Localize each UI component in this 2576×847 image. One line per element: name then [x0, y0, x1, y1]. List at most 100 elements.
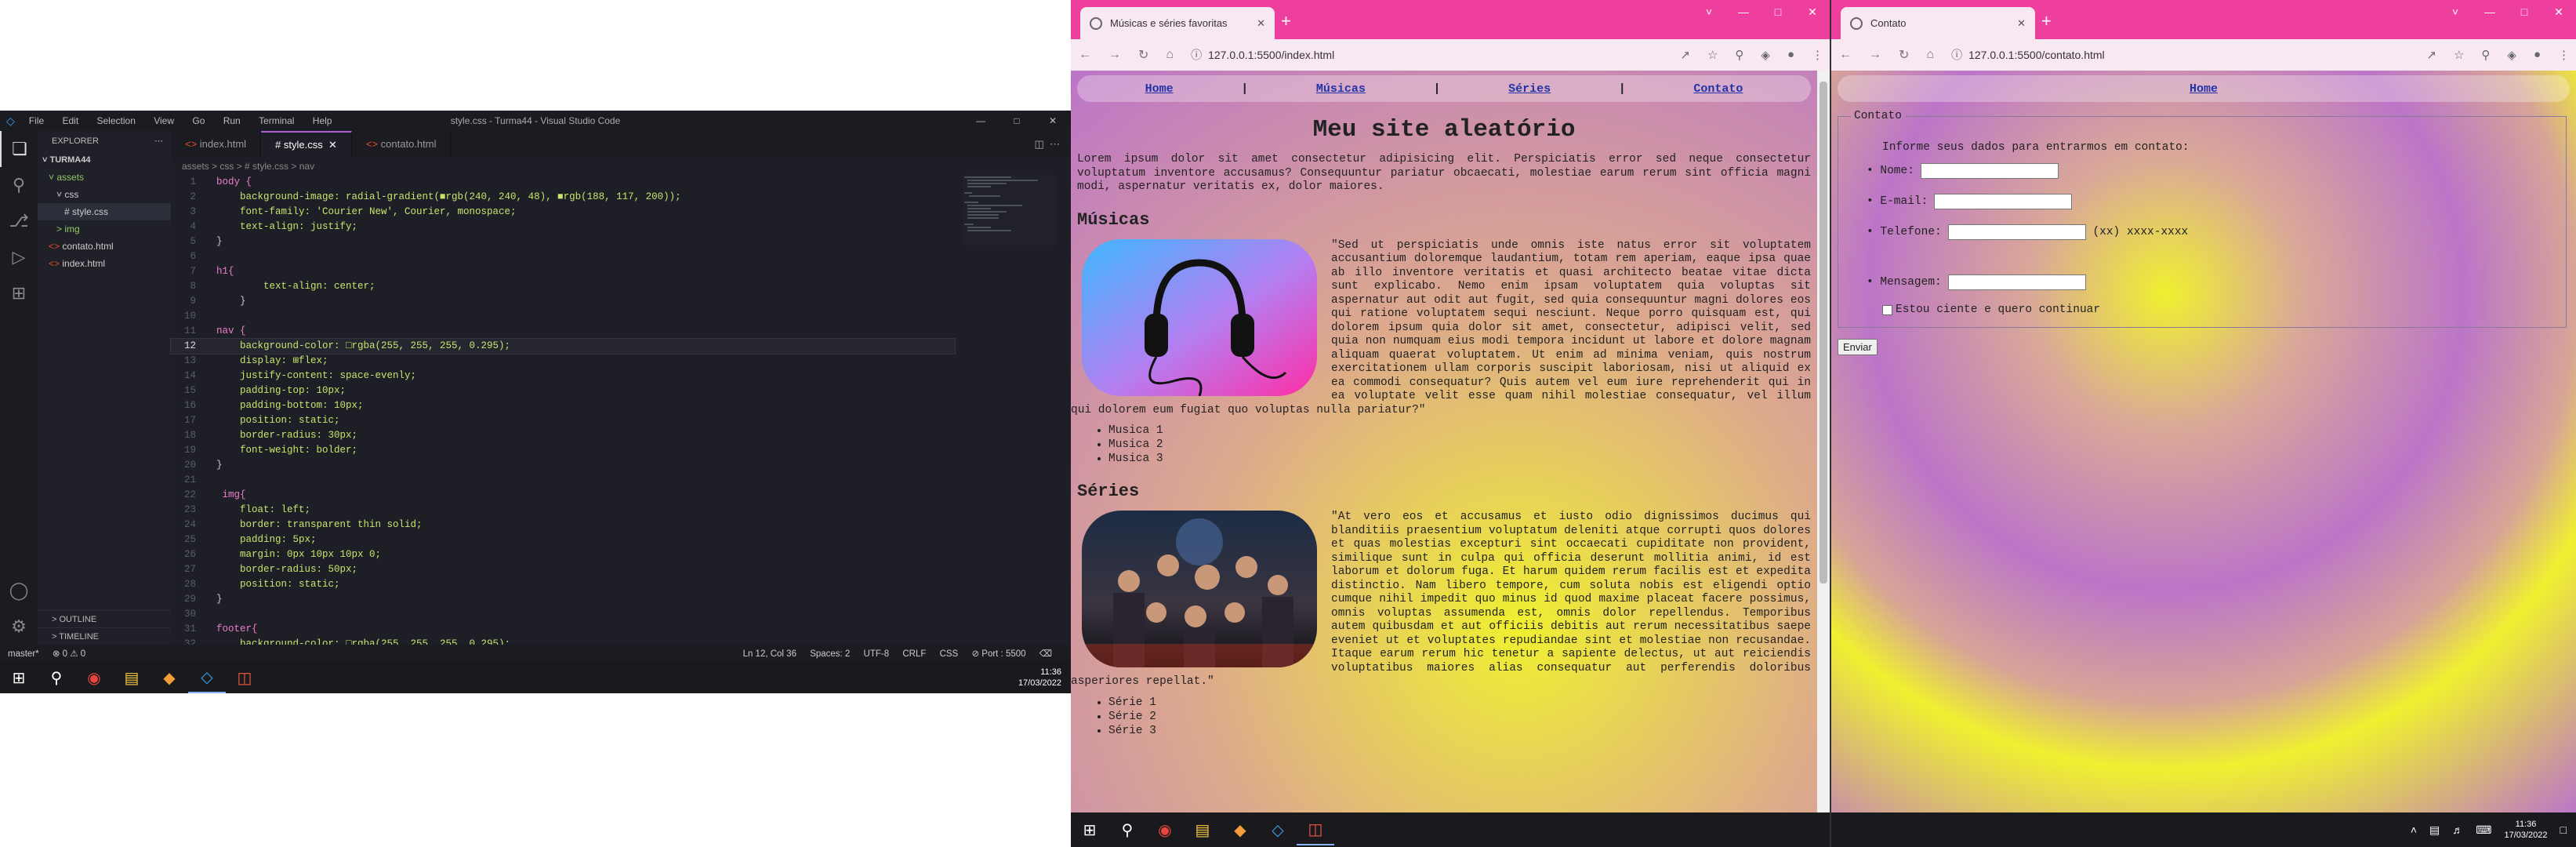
- forward-icon[interactable]: →: [1869, 48, 1881, 62]
- home-icon[interactable]: ⌂: [1926, 48, 1934, 62]
- code-line[interactable]: 9 }: [171, 294, 955, 309]
- puzzle-icon[interactable]: ◈: [1761, 48, 1770, 62]
- encoding[interactable]: UTF-8: [864, 649, 890, 659]
- code-line[interactable]: 18 border-radius: 30px;: [171, 428, 955, 443]
- tab-contato-html[interactable]: <> contato.html: [352, 131, 452, 158]
- code-line[interactable]: 23 float: left;: [171, 503, 955, 518]
- page-scrollbar[interactable]: [1817, 71, 1830, 812]
- language-mode[interactable]: CSS: [940, 649, 959, 659]
- code-line[interactable]: 8 text-align: center;: [171, 279, 955, 294]
- file-explorer-icon[interactable]: ▤: [113, 662, 151, 693]
- nav-link-series[interactable]: Séries: [1508, 82, 1551, 96]
- reload-icon[interactable]: ↻: [1138, 47, 1148, 63]
- settings-gear-icon[interactable]: ⚙: [0, 609, 38, 645]
- tab-index-html[interactable]: <> index.html: [171, 131, 262, 158]
- new-tab-icon[interactable]: +: [2041, 11, 2052, 31]
- code-line[interactable]: 14 justify-content: space-evenly;: [171, 369, 955, 384]
- name-field[interactable]: [1920, 163, 2059, 179]
- cursor-position[interactable]: Ln 12, Col 36: [743, 649, 796, 659]
- tree-file-index[interactable]: <> index.html: [38, 255, 171, 272]
- code-line[interactable]: 16 padding-bottom: 10px;: [171, 398, 955, 413]
- more-actions-icon[interactable]: ⋯: [154, 131, 163, 151]
- puzzle-icon[interactable]: ◈: [2507, 48, 2516, 62]
- git-icon[interactable]: ◫: [226, 662, 263, 693]
- code-line[interactable]: 13 display: ⊞flex;: [171, 354, 955, 369]
- network-icon[interactable]: ▤: [2429, 823, 2440, 837]
- app-icon[interactable]: ◆: [151, 662, 188, 693]
- bookmark-star-icon[interactable]: ☆: [1707, 48, 1718, 62]
- menu-view[interactable]: View: [154, 115, 174, 126]
- kebab-menu-icon[interactable]: ⋮: [2558, 48, 2570, 62]
- minimize-icon[interactable]: —: [1726, 0, 1761, 24]
- kebab-menu-icon[interactable]: ⋮: [1812, 48, 1823, 62]
- tree-file-style-css[interactable]: # style.css: [38, 203, 171, 220]
- back-icon[interactable]: ←: [1079, 48, 1091, 62]
- maximize-icon[interactable]: □: [2507, 0, 2542, 24]
- system-clock[interactable]: 11:36 17/03/2022: [2504, 819, 2547, 841]
- windows-start-icon[interactable]: ⊞: [1071, 814, 1108, 845]
- code-line[interactable]: 26 margin: 0px 10px 10px 0;: [171, 547, 955, 562]
- code-editor[interactable]: 1 body {2 background-image: radial-gradie…: [170, 175, 956, 667]
- code-line[interactable]: 19 font-weight: bolder;: [171, 443, 955, 458]
- tab-close-icon[interactable]: ✕: [2017, 17, 2026, 30]
- extension-icon[interactable]: ⚲: [1735, 48, 1743, 62]
- windows-start-icon[interactable]: ⊞: [0, 662, 38, 693]
- nav-link-home[interactable]: Home: [2190, 82, 2218, 96]
- indentation[interactable]: Spaces: 2: [810, 649, 850, 659]
- tab-style-css[interactable]: # style.css ✕: [261, 131, 352, 158]
- source-control-icon[interactable]: ⎇: [0, 203, 38, 239]
- menu-terminal[interactable]: Terminal: [259, 115, 294, 126]
- workspace-root[interactable]: ˅ TURMA44: [38, 151, 171, 169]
- scrollbar-thumb[interactable]: [1820, 82, 1827, 583]
- tree-file-contato[interactable]: <> contato.html: [38, 238, 171, 255]
- tree-folder-css[interactable]: ˅ css: [38, 186, 171, 203]
- code-line[interactable]: 12 background-color: □rgba(255, 255, 255…: [170, 338, 956, 354]
- new-tab-icon[interactable]: +: [1281, 11, 1291, 31]
- run-debug-icon[interactable]: ▷: [0, 239, 38, 275]
- file-explorer-icon[interactable]: ▤: [1184, 814, 1221, 845]
- menu-help[interactable]: Help: [313, 115, 332, 126]
- vscode-taskbar-icon[interactable]: ◇: [1259, 814, 1297, 845]
- code-line[interactable]: 5}: [171, 234, 955, 249]
- nav-link-home[interactable]: Home: [1145, 82, 1174, 96]
- menu-run[interactable]: Run: [223, 115, 241, 126]
- outline-section[interactable]: ˃ OUTLINE: [38, 610, 171, 627]
- code-line[interactable]: 28 position: static;: [171, 577, 955, 592]
- reload-icon[interactable]: ↻: [1899, 47, 1909, 63]
- taskbar-search-icon[interactable]: ⚲: [38, 662, 75, 693]
- explorer-icon[interactable]: ❏: [0, 131, 38, 167]
- app-icon[interactable]: ◆: [1221, 814, 1259, 845]
- taskbar-search-icon[interactable]: ⚲: [1108, 814, 1146, 845]
- browser-tab-index[interactable]: Músicas e séries favoritas ✕: [1080, 7, 1275, 39]
- share-icon[interactable]: ↗: [1680, 48, 1690, 62]
- tree-folder-img[interactable]: ˃ img: [38, 220, 171, 238]
- back-icon[interactable]: ←: [1839, 48, 1852, 62]
- code-line[interactable]: 30: [171, 607, 955, 622]
- address-bar[interactable]: 127.0.0.1:5500/index.html: [1208, 49, 1334, 61]
- code-line[interactable]: 21: [171, 473, 955, 488]
- browser-tab-contato[interactable]: Contato ✕: [1841, 7, 2035, 39]
- chevron-down-icon[interactable]: ˅: [2438, 0, 2473, 24]
- chevron-down-icon[interactable]: ˅: [1692, 0, 1726, 24]
- code-line[interactable]: 17 position: static;: [171, 413, 955, 428]
- site-info-icon[interactable]: ⓘ: [1191, 47, 1202, 63]
- code-line[interactable]: 6: [171, 249, 955, 264]
- code-line[interactable]: 29}: [171, 592, 955, 607]
- notification-icon[interactable]: □: [2560, 823, 2567, 836]
- site-info-icon[interactable]: ⓘ: [1951, 47, 1962, 63]
- account-icon[interactable]: ◯: [0, 573, 38, 609]
- code-line[interactable]: 15 padding-top: 10px;: [171, 384, 955, 398]
- profile-avatar[interactable]: ●: [1787, 48, 1794, 62]
- split-editor-icon[interactable]: ◫ ⋯: [1034, 131, 1071, 158]
- code-line[interactable]: 27 border-radius: 50px;: [171, 562, 955, 577]
- menu-edit[interactable]: Edit: [62, 115, 78, 126]
- menu-selection[interactable]: Selection: [97, 115, 136, 126]
- vscode-taskbar-icon[interactable]: ◇: [188, 662, 226, 693]
- code-line[interactable]: 2 background-image: radial-gradient(■rgb…: [171, 190, 955, 205]
- nav-link-contato[interactable]: Contato: [1693, 82, 1743, 96]
- code-line[interactable]: 11 nav {: [171, 324, 955, 339]
- code-line[interactable]: 31 footer{: [171, 622, 955, 637]
- email-field[interactable]: [1934, 194, 2073, 209]
- share-icon[interactable]: ↗: [2426, 48, 2436, 62]
- minimize-icon[interactable]: —: [2473, 0, 2507, 24]
